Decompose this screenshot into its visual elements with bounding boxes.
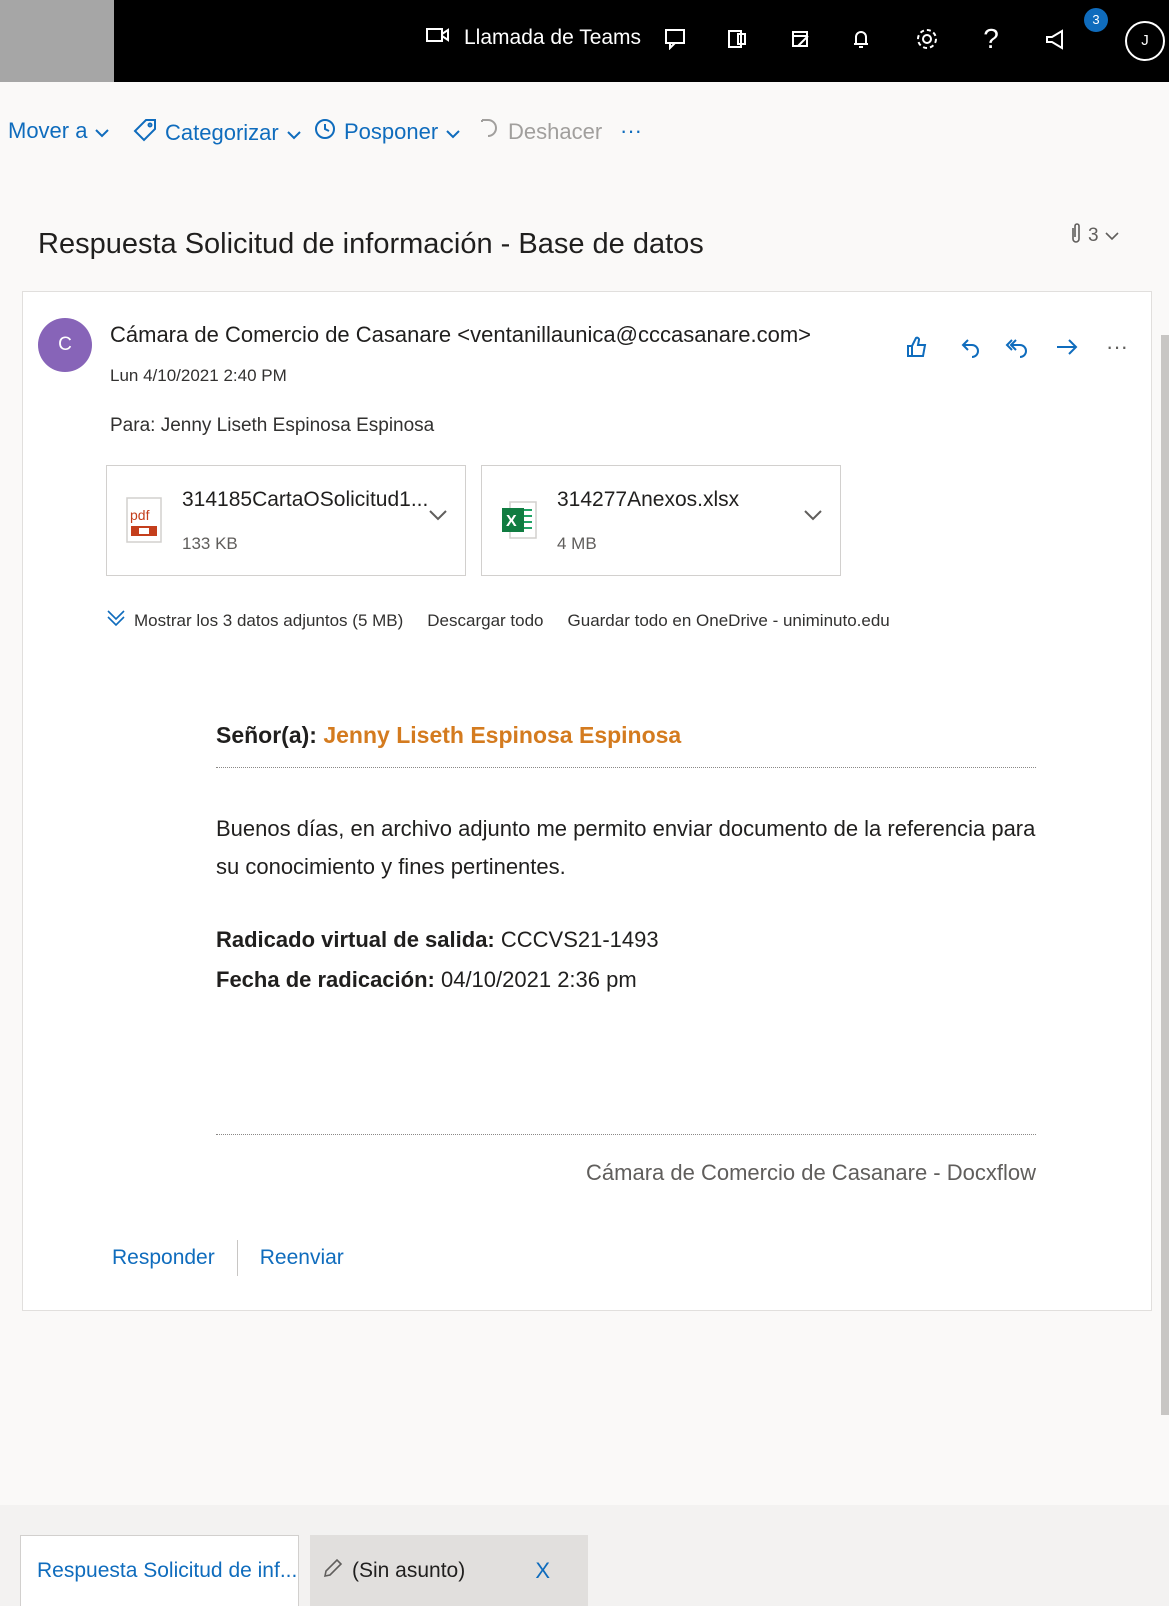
chevron-down-icon [1105,225,1119,247]
teams-call-button[interactable]: Llamada de Teams [426,26,641,50]
greeting-label: Señor(a): [216,722,324,748]
snooze-label: Posponer [344,119,439,144]
greeting-name: Jenny Liseth Espinosa Espinosa [323,722,682,748]
clock-icon [314,118,336,146]
show-all-attachments-link[interactable]: Mostrar los 3 datos adjuntos (5 MB) [134,611,403,631]
reply-button[interactable] [954,330,988,364]
reply-all-icon [1005,339,1027,358]
excel-file-icon: X [500,496,538,544]
attachment-links: Mostrar los 3 datos adjuntos (5 MB) Desc… [106,608,914,633]
attachment-card-xlsx[interactable]: X 314277Anexos.xlsx 4 MB [481,465,841,576]
undo-label: Deshacer [508,119,603,144]
separator [236,1240,238,1276]
more-actions-button[interactable]: ··· [1100,330,1134,364]
download-all-link[interactable]: Descargar todo [427,611,543,631]
radicado-block: Radicado virtual de salida: CCCVS21-1493… [216,920,1036,1000]
pencil-icon [322,1557,344,1585]
chevron-down-icon[interactable] [429,508,447,526]
tab-draft[interactable]: (Sin asunto) X [310,1535,588,1606]
scrollbar[interactable] [1161,335,1169,1415]
tab-label: Respuesta Solicitud de inf... [37,1559,298,1582]
svg-text:pdf: pdf [130,507,150,523]
user-avatar[interactable]: J [1125,21,1165,61]
move-to-label: Mover a [8,118,88,143]
categorize-button[interactable]: Categorizar [133,118,301,148]
reply-row: Responder Reenviar [112,1240,344,1276]
attachment-name: 314185CartaOSolicitud1... [182,488,429,511]
bell-icon[interactable] [844,22,878,56]
attachment-card-pdf[interactable]: pdf 314185CartaOSolicitud1... 133 KB [106,465,466,576]
tab-current-message[interactable]: Respuesta Solicitud de inf... [20,1535,299,1606]
help-icon[interactable]: ? [974,22,1008,56]
undo-icon [478,118,500,146]
forward-link[interactable]: Reenviar [260,1246,344,1270]
like-button[interactable] [900,330,934,364]
body-paragraph: Buenos días, en archivo adjunto me permi… [216,816,1036,879]
attachment-count-button[interactable]: 3 [1070,222,1119,250]
snooze-button[interactable]: Posponer [314,118,460,146]
pdf-file-icon: pdf [125,496,163,544]
attachment-size: 133 KB [182,534,238,553]
fecha-value: 04/10/2021 2:36 pm [434,967,637,992]
message-subject: Respuesta Solicitud de información - Bas… [38,228,704,260]
attachment-count: 3 [1088,225,1099,246]
reply-link[interactable]: Responder [112,1246,215,1270]
fecha-label: Fecha de radicación: [216,967,435,992]
teams-call-label: Llamada de Teams [464,26,642,49]
sender-name[interactable]: Cámara de Comercio de Casanare <ventanil… [110,322,811,348]
save-onedrive-link[interactable]: Guardar todo en OneDrive - uniminuto.edu [568,611,890,631]
attachment-name: 314277Anexos.xlsx [557,488,740,511]
tab-label: (Sin asunto) [352,1558,466,1582]
divider [216,767,1036,768]
megaphone-icon[interactable] [1040,22,1074,56]
message-card [22,291,1152,1311]
double-chevron-down-icon [106,608,126,633]
divider [216,1134,1036,1135]
reply-icon [961,339,979,358]
video-camera-icon [426,26,450,50]
thumbs-up-icon [907,336,927,357]
calendar-edit-icon[interactable] [784,22,818,56]
notification-badge: 3 [1084,8,1108,32]
gear-icon[interactable] [910,22,944,56]
move-to-button[interactable]: Mover a [8,118,110,144]
categorize-label: Categorizar [165,120,279,145]
radicado-label: Radicado virtual de salida: [216,927,495,952]
chevron-down-icon [446,119,460,145]
chevron-down-icon [287,120,301,146]
tag-icon [133,118,157,148]
paperclip-icon [1070,222,1082,250]
signature: Cámara de Comercio de Casanare - Docxflo… [586,1160,1036,1185]
sender-avatar[interactable]: C [38,318,92,372]
top-bar: Llamada de Teams ? 3 J [0,0,1169,82]
message-date: Lun 4/10/2021 2:40 PM [110,366,287,385]
svg-text:X: X [506,513,517,530]
reply-all-button[interactable] [1000,330,1034,364]
forward-button[interactable] [1050,330,1084,364]
attachment-size: 4 MB [557,534,597,553]
greeting: Señor(a): Jenny Liseth Espinosa Espinosa [216,722,1036,749]
chevron-down-icon[interactable] [804,508,822,526]
office-icon[interactable] [720,22,754,56]
forward-arrow-icon [1057,339,1078,355]
radicado-value: CCCVS21-1493 [494,927,659,952]
app-launcher-area[interactable] [0,0,114,82]
chevron-down-icon [95,118,110,144]
close-icon[interactable]: X [535,1558,550,1584]
undo-button[interactable]: Deshacer [478,118,602,146]
chat-icon[interactable] [658,22,692,56]
recipient-line: Para: Jenny Liseth Espinosa Espinosa [110,415,435,436]
more-commands-button[interactable]: ··· [620,118,642,144]
